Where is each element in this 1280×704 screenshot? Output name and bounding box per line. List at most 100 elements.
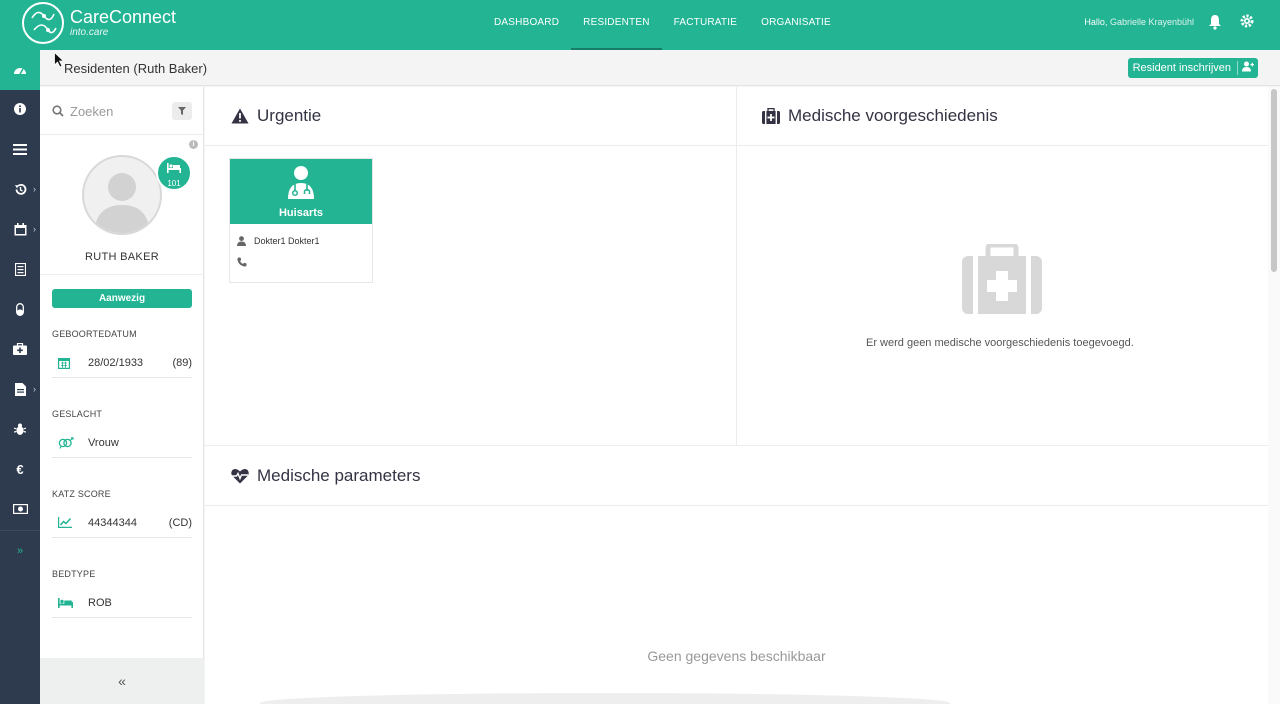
divider <box>205 505 1268 506</box>
medical-history-empty: Er werd geen medische voorgeschiedenis t… <box>866 337 1134 349</box>
medical-history-title: Medische voorgeschiedenis <box>762 106 998 126</box>
calendar-icon <box>14 222 26 235</box>
rail-expand[interactable]: » <box>0 530 40 570</box>
empty-medical-kit-icon <box>962 242 1042 319</box>
birthdate-row: 28/02/1933 (89) <box>52 348 192 378</box>
contact-card-header: Huisarts <box>230 159 372 224</box>
divider <box>736 87 737 445</box>
sub-header: Residenten (Ruth Baker) Resident inschri… <box>40 50 1280 86</box>
divider <box>40 134 204 135</box>
collapse-sidebar-button[interactable]: « <box>40 658 204 704</box>
chart-line-icon <box>58 517 74 528</box>
page-title: Residenten (Ruth Baker) <box>64 61 208 76</box>
main-content: Urgentie Huisarts Dokter1 Dokter1 Medisc… <box>205 87 1268 704</box>
bedtype-value: ROB <box>88 596 112 609</box>
pill-icon <box>16 302 24 316</box>
left-rail: › › › € » <box>0 50 40 704</box>
contact-role: Huisarts <box>278 207 324 219</box>
rail-history[interactable]: › <box>0 169 40 209</box>
rail-payments[interactable] <box>0 489 40 529</box>
top-nav: DASHBOARD RESIDENTEN FACTURATIE ORGANISA… <box>482 0 843 50</box>
warning-icon <box>231 108 249 124</box>
user-name: Gabrielle Krayenbühl <box>1109 17 1194 27</box>
nav-organisatie[interactable]: ORGANISATIE <box>749 0 843 50</box>
parameters-title: Medische parameters <box>231 466 420 486</box>
rail-medical[interactable] <box>0 329 40 369</box>
phone-icon[interactable] <box>237 257 247 267</box>
gender-value: Vrouw <box>88 436 119 449</box>
nav-dashboard[interactable]: DASHBOARD <box>482 0 571 50</box>
rail-calendar[interactable]: › <box>0 209 40 249</box>
medical-history-title-text: Medische voorgeschiedenis <box>788 106 998 125</box>
euro-icon: € <box>16 461 24 477</box>
list-icon <box>13 143 27 155</box>
rail-calendar-caret-icon: › <box>33 224 36 234</box>
katz-code: (CD) <box>168 516 192 529</box>
greeting-label: Hallo, <box>1084 17 1108 27</box>
document-list-icon <box>14 262 26 276</box>
nav-residenten[interactable]: RESIDENTEN <box>571 0 662 50</box>
birthdate-label: GEBOORTEDATUM <box>52 329 137 339</box>
katz-label: KATZ SCORE <box>52 489 111 499</box>
divider <box>205 445 1268 446</box>
gender-icon <box>58 436 74 449</box>
bed-number: 101 <box>167 179 181 188</box>
rail-list[interactable] <box>0 129 40 169</box>
divider <box>205 145 736 146</box>
katz-row: 44344344 (CD) <box>52 508 192 538</box>
gender-label: GESLACHT <box>52 409 103 419</box>
calendar-icon <box>58 357 74 369</box>
resident-sidebar: Zoeken i 101 RUTH BAKER Aanwezig GEBOORT… <box>40 87 204 704</box>
enroll-resident-label: Resident inschrijven <box>1132 62 1231 74</box>
enroll-resident-button[interactable]: Resident inschrijven <box>1127 58 1258 78</box>
doctor-icon <box>288 166 314 199</box>
user-greeting[interactable]: Hallo, Gabrielle Krayenbühl <box>1084 17 1194 27</box>
add-user-icon <box>1237 61 1254 75</box>
rail-finance[interactable]: € <box>0 449 40 489</box>
bed-icon <box>58 597 74 608</box>
bell-icon[interactable] <box>1208 14 1224 30</box>
mouse-cursor-icon <box>54 52 64 68</box>
history-icon <box>14 183 26 195</box>
age-value: (89) <box>172 356 192 369</box>
rail-medication[interactable] <box>0 289 40 329</box>
nav-facturatie[interactable]: FACTURATIE <box>662 0 749 50</box>
contact-name: Dokter1 Dokter1 <box>254 235 320 246</box>
bedtype-label: BEDTYPE <box>52 569 96 579</box>
scrollbar-thumb[interactable] <box>1271 89 1277 272</box>
app-name: CareConnect <box>70 7 177 27</box>
app-subtitle: into.care <box>70 27 109 38</box>
info-icon[interactable]: i <box>189 140 198 149</box>
rail-dashboard[interactable] <box>0 50 40 90</box>
parameters-empty: Geen gegevens beschikbaar <box>647 648 826 664</box>
filter-icon <box>178 107 186 115</box>
file-icon <box>14 382 26 396</box>
logo[interactable]: CareConnect into.care <box>22 2 176 44</box>
parameters-title-text: Medische parameters <box>257 466 421 485</box>
rail-documents[interactable] <box>0 249 40 289</box>
rail-files-caret-icon: › <box>33 384 36 394</box>
bug-icon <box>14 423 26 435</box>
medical-kit-icon <box>13 343 27 355</box>
filter-button[interactable] <box>172 102 192 120</box>
katz-value: 44344344 <box>88 516 137 529</box>
divider <box>736 145 1268 146</box>
contact-name-row: Dokter1 Dokter1 <box>230 230 372 251</box>
rail-bugs[interactable] <box>0 409 40 449</box>
rail-info[interactable] <box>0 89 40 129</box>
gear-icon[interactable] <box>1240 14 1256 30</box>
avatar <box>82 155 162 235</box>
search-icon <box>52 105 64 117</box>
search-input[interactable]: Zoeken <box>70 104 113 119</box>
search-box[interactable]: Zoeken <box>52 101 192 121</box>
rail-files[interactable]: › <box>0 369 40 409</box>
medical-kit-icon <box>762 108 780 124</box>
scrollbar[interactable] <box>1268 87 1280 704</box>
status-badge[interactable]: Aanwezig <box>52 289 192 308</box>
expand-icon: » <box>16 544 24 557</box>
contact-card[interactable]: Huisarts Dokter1 Dokter1 <box>229 158 373 283</box>
money-icon <box>12 504 28 514</box>
logo-mark-icon <box>22 2 64 44</box>
dashboard-icon <box>14 68 26 75</box>
rail-history-caret-icon: › <box>33 184 36 194</box>
